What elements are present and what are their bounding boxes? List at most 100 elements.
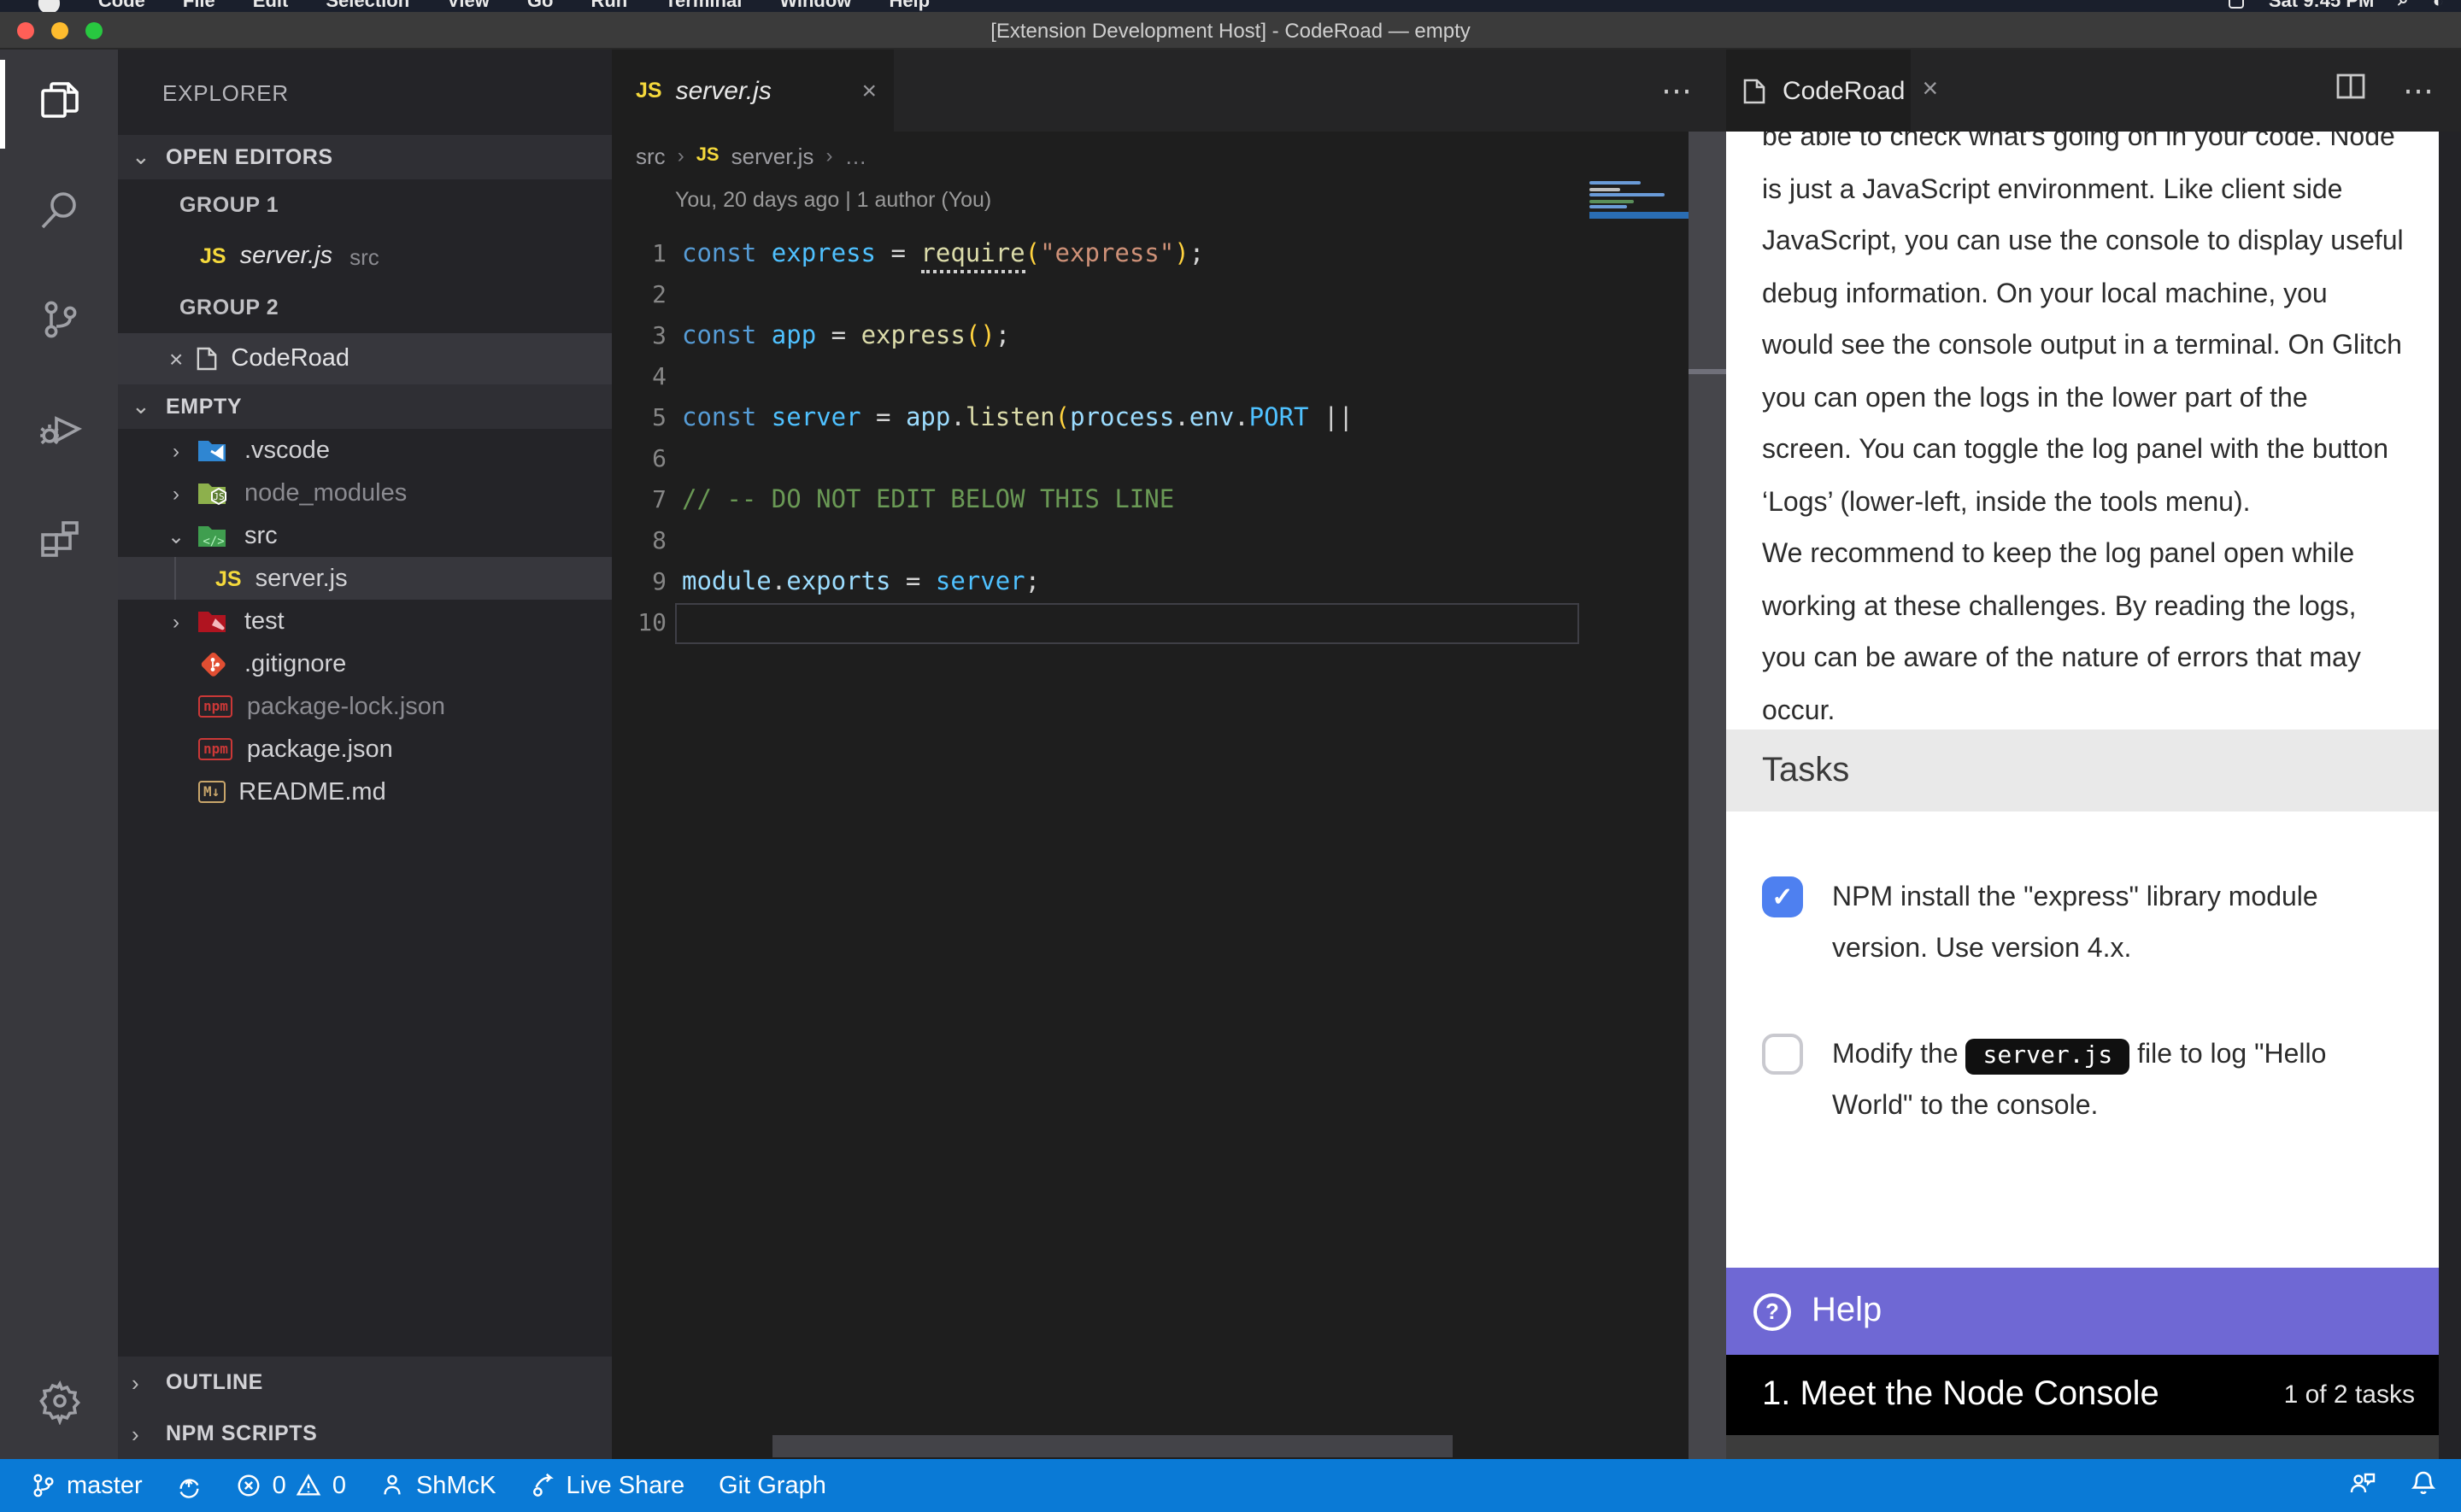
menu-item-view[interactable]: View xyxy=(447,0,490,12)
js-file-icon: JS xyxy=(696,145,720,166)
task-checkbox[interactable] xyxy=(1762,1034,1803,1075)
open-editor-item[interactable]: ×CodeRoad xyxy=(118,333,612,384)
code-line-4[interactable]: 4 xyxy=(612,357,1589,398)
menu-item-window[interactable]: Window xyxy=(779,0,851,12)
tree-item--gitignore[interactable]: ›.gitignore xyxy=(118,642,612,685)
explorer-sidebar: EXPLORER ⌄ OPEN EDITORS GROUP 1JSserver.… xyxy=(118,50,612,1459)
lesson-footer[interactable]: 1. Meet the Node Console 1 of 2 tasks xyxy=(1726,1355,2439,1435)
chevron-down-icon: ⌄ xyxy=(132,144,156,171)
breadcrumb-folder[interactable]: src xyxy=(636,143,666,168)
problems-status[interactable]: 0 0 xyxy=(237,1472,346,1499)
user-account-status[interactable]: ShMcK xyxy=(380,1472,496,1499)
indent-guide xyxy=(174,557,176,600)
help-bar[interactable]: ? Help xyxy=(1726,1268,2439,1355)
breadcrumb-file[interactable]: server.js xyxy=(731,143,814,168)
menu-item-terminal[interactable]: Terminal xyxy=(665,0,742,12)
activitybar-explorer[interactable] xyxy=(0,50,118,159)
source-control-icon xyxy=(35,295,83,351)
task-checkbox[interactable]: ✓ xyxy=(1762,876,1803,917)
menu-item-code[interactable]: Code xyxy=(98,0,145,12)
src-folder-icon: </> xyxy=(198,522,231,549)
line-number: 5 xyxy=(612,405,667,432)
menu-item-go[interactable]: Go xyxy=(527,0,554,12)
activitybar-run-debug[interactable] xyxy=(0,378,118,487)
task-progress: 1 of 2 tasks xyxy=(2284,1380,2439,1409)
apple-menu-icon[interactable]: ⬤ xyxy=(38,0,61,12)
activitybar-extensions[interactable] xyxy=(0,487,118,596)
tree-item-readme-md[interactable]: ›M↓README.md xyxy=(118,771,612,813)
live-share-button[interactable]: Live Share xyxy=(530,1472,684,1499)
markdown-file-icon: M↓ xyxy=(198,781,225,803)
breadcrumb[interactable]: src›JSserver.js›… xyxy=(612,132,1726,179)
close-tab-icon[interactable]: × xyxy=(861,76,877,105)
split-editor-icon[interactable] xyxy=(2336,73,2365,108)
menu-clock: Sat 9:45 PM xyxy=(2269,0,2375,11)
open-editor-item[interactable]: JSserver.jssrc xyxy=(118,231,612,282)
horizontal-scrollbar[interactable] xyxy=(772,1435,1453,1457)
chevron-right-icon: › xyxy=(164,481,188,505)
error-count: 0 xyxy=(273,1472,286,1499)
close-tab-icon[interactable]: × xyxy=(1922,75,1938,106)
line-number: 4 xyxy=(612,364,667,391)
chevron-right-icon: › xyxy=(132,1421,156,1446)
folder-section-header[interactable]: ⌄ EMPTY xyxy=(118,384,612,429)
code-editor[interactable]: You, 20 days ago | 1 author (You) 1const… xyxy=(612,179,1726,1459)
git-branch-status[interactable]: master xyxy=(31,1472,143,1499)
menu-item-help[interactable]: Help xyxy=(889,0,930,12)
code-line-9[interactable]: 9module.exports = server; xyxy=(612,562,1589,603)
line-number: 10 xyxy=(612,610,667,637)
activitybar-settings[interactable] xyxy=(0,1350,118,1459)
tree-item--vscode[interactable]: ›.vscode xyxy=(118,429,612,472)
gear-icon xyxy=(35,1376,83,1433)
more-actions-icon[interactable]: ⋯ xyxy=(2403,73,2437,108)
code-line-1[interactable]: 1const express = require("express"); xyxy=(612,234,1589,275)
editor-group: JS server.js × ⋯ src›JSserver.js›… You, … xyxy=(612,50,1726,1459)
code-line-2[interactable]: 2 xyxy=(612,275,1589,316)
feedback-icon[interactable] xyxy=(2348,1468,2376,1503)
chevron-right-icon: › xyxy=(132,1369,156,1395)
section-outline[interactable]: ›OUTLINE xyxy=(118,1357,612,1408)
tab-coderoad[interactable]: CodeRoad × xyxy=(1726,50,1911,132)
tree-item-test[interactable]: ›test xyxy=(118,600,612,642)
minimap-viewport[interactable] xyxy=(1589,211,1689,218)
tree-item-package-json[interactable]: ›npmpackage.json xyxy=(118,728,612,771)
close-icon[interactable]: × xyxy=(169,345,183,372)
tab-server-js[interactable]: JS server.js × xyxy=(612,50,894,132)
tree-item-node-modules[interactable]: ›JSnode_modules xyxy=(118,472,612,514)
codelens-annotation[interactable]: You, 20 days ago | 1 author (You) xyxy=(675,188,991,212)
code-line-6[interactable]: 6 xyxy=(612,439,1589,480)
coderoad-panel: CodeRoad × ⋯ be able to check what's goi… xyxy=(1726,50,2461,1459)
code-line-7[interactable]: 7// -- DO NOT EDIT BELOW THIS LINE xyxy=(612,480,1589,521)
npm-file-icon: npm xyxy=(198,695,233,718)
git-graph-button[interactable]: Git Graph xyxy=(719,1472,826,1499)
line-number: 8 xyxy=(612,528,667,555)
menu-item-run[interactable]: Run xyxy=(590,0,627,12)
sync-changes-button[interactable] xyxy=(177,1473,203,1498)
activitybar-source-control[interactable] xyxy=(0,268,118,378)
title-bar: [Extension Development Host] - CodeRoad … xyxy=(0,12,2461,50)
menu-item-selection[interactable]: Selection xyxy=(326,0,409,12)
menu-item-file[interactable]: File xyxy=(183,0,215,12)
panel-resize-sash[interactable] xyxy=(1689,132,1726,1459)
tree-item-server-js[interactable]: JSserver.js xyxy=(118,557,612,600)
git-icon xyxy=(198,650,231,677)
tree-item-package-lock-json[interactable]: ›npmpackage-lock.json xyxy=(118,685,612,728)
section-npm-scripts[interactable]: ›NPM SCRIPTS xyxy=(118,1408,612,1459)
editor-actions-button[interactable]: ⋯ xyxy=(1661,50,1695,132)
code-line-5[interactable]: 5const server = app.listen(process.env.P… xyxy=(612,398,1589,439)
breadcrumb-symbol[interactable]: … xyxy=(844,143,866,168)
window-title: [Extension Development Host] - CodeRoad … xyxy=(0,18,2461,42)
menu-item-edit[interactable]: Edit xyxy=(253,0,289,12)
notifications-bell-icon[interactable] xyxy=(2410,1468,2437,1503)
panel-scrollbar-gutter[interactable] xyxy=(2439,132,2461,1459)
sash-handle[interactable] xyxy=(1689,369,1726,374)
line-number: 6 xyxy=(612,446,667,473)
code-line-8[interactable]: 8 xyxy=(612,521,1589,562)
open-editors-header[interactable]: ⌄ OPEN EDITORS xyxy=(118,135,612,179)
minimap[interactable] xyxy=(1589,181,1689,218)
svg-text:JS: JS xyxy=(213,490,224,501)
tree-item-src[interactable]: ⌄</>src xyxy=(118,514,612,557)
code-line-3[interactable]: 3const app = express(); xyxy=(612,316,1589,357)
vscode-folder-icon xyxy=(198,437,231,464)
activitybar-search[interactable] xyxy=(0,159,118,268)
